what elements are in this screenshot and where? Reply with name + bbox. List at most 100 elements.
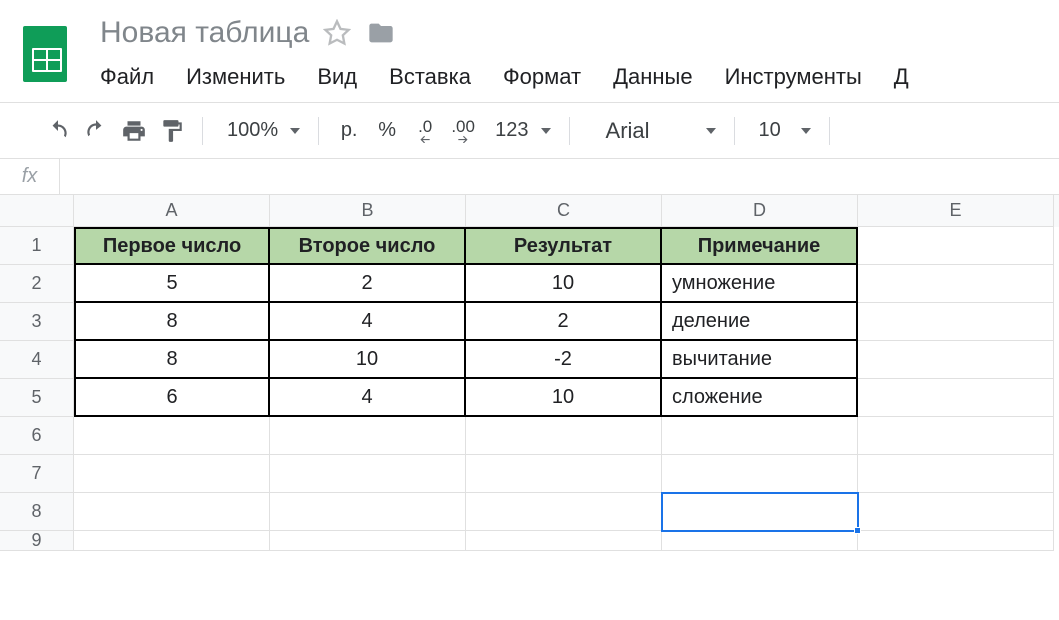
- row-header[interactable]: 7: [0, 455, 74, 493]
- print-button[interactable]: [116, 113, 152, 149]
- cell-C8[interactable]: [466, 493, 662, 531]
- cell-C9[interactable]: [466, 531, 662, 551]
- data-rows: Первое число Второе число Результат Прим…: [74, 227, 1059, 551]
- decrease-decimal-button[interactable]: .0: [407, 113, 443, 149]
- row-header[interactable]: 4: [0, 341, 74, 379]
- cell-D1[interactable]: Примечание: [662, 227, 858, 265]
- cell-C3[interactable]: 2: [466, 303, 662, 341]
- cell-C4[interactable]: -2: [466, 341, 662, 379]
- font-size-select[interactable]: 10: [747, 119, 817, 142]
- cell-B8[interactable]: [270, 493, 466, 531]
- redo-button[interactable]: [78, 113, 114, 149]
- formula-input[interactable]: [60, 159, 1059, 194]
- cell-C1[interactable]: Результат: [466, 227, 662, 265]
- cell-D7[interactable]: [662, 455, 858, 493]
- document-title[interactable]: Новая таблица: [100, 16, 309, 50]
- title-area: Новая таблица Файл Изменить Вид Вставка …: [90, 8, 1059, 102]
- menu-tools[interactable]: Инструменты: [709, 60, 878, 94]
- menu-addons-cut[interactable]: Д: [878, 60, 925, 94]
- cell-A4[interactable]: 8: [74, 341, 270, 379]
- menu-file[interactable]: Файл: [100, 60, 170, 94]
- toolbar-separator: [829, 117, 830, 145]
- zoom-value: 100%: [221, 119, 284, 142]
- menu-bar: Файл Изменить Вид Вставка Формат Данные …: [90, 54, 1059, 102]
- font-family-select[interactable]: Arial: [582, 118, 722, 144]
- cell-E9[interactable]: [858, 531, 1054, 551]
- cell-D9[interactable]: [662, 531, 858, 551]
- cell-E3[interactable]: [858, 303, 1054, 341]
- column-headers: A B C D E: [74, 195, 1059, 227]
- number-format-select[interactable]: 123: [483, 119, 556, 142]
- cell-D4[interactable]: вычитание: [662, 341, 858, 379]
- cell-A9[interactable]: [74, 531, 270, 551]
- cell-A6[interactable]: [74, 417, 270, 455]
- menu-view[interactable]: Вид: [301, 60, 373, 94]
- chevron-down-icon: [541, 128, 551, 134]
- cells: A B C D E Первое число Второе число Резу…: [74, 195, 1059, 551]
- cell-E7[interactable]: [858, 455, 1054, 493]
- cell-A3[interactable]: 8: [74, 303, 270, 341]
- cell-D2[interactable]: умножение: [662, 265, 858, 303]
- zoom-select[interactable]: 100%: [215, 119, 306, 142]
- paint-format-button[interactable]: [154, 113, 190, 149]
- chevron-down-icon: [801, 128, 811, 134]
- column-header[interactable]: C: [466, 195, 662, 227]
- increase-decimal-button[interactable]: .00: [445, 113, 481, 149]
- cell-A8[interactable]: [74, 493, 270, 531]
- cell-B5[interactable]: 4: [270, 379, 466, 417]
- undo-button[interactable]: [40, 113, 76, 149]
- column-header[interactable]: D: [662, 195, 858, 227]
- menu-edit[interactable]: Изменить: [170, 60, 301, 94]
- cell-C7[interactable]: [466, 455, 662, 493]
- cell-B4[interactable]: 10: [270, 341, 466, 379]
- row-header[interactable]: 8: [0, 493, 74, 531]
- cell-E5[interactable]: [858, 379, 1054, 417]
- column-header[interactable]: A: [74, 195, 270, 227]
- sheets-logo-icon[interactable]: [23, 26, 67, 82]
- folder-icon[interactable]: [365, 19, 397, 47]
- toolbar-separator: [734, 117, 735, 145]
- cell-B9[interactable]: [270, 531, 466, 551]
- toolbar-separator: [318, 117, 319, 145]
- cell-B7[interactable]: [270, 455, 466, 493]
- row-header[interactable]: 2: [0, 265, 74, 303]
- cell-A2[interactable]: 5: [74, 265, 270, 303]
- cell-B1[interactable]: Второе число: [270, 227, 466, 265]
- cell-E6[interactable]: [858, 417, 1054, 455]
- menu-insert[interactable]: Вставка: [373, 60, 487, 94]
- row-header[interactable]: 3: [0, 303, 74, 341]
- chevron-down-icon: [290, 128, 300, 134]
- column-header[interactable]: E: [858, 195, 1054, 227]
- cell-A7[interactable]: [74, 455, 270, 493]
- row-header[interactable]: 5: [0, 379, 74, 417]
- cell-C5[interactable]: 10: [466, 379, 662, 417]
- cell-D5[interactable]: сложение: [662, 379, 858, 417]
- row-header[interactable]: 6: [0, 417, 74, 455]
- cell-D6[interactable]: [662, 417, 858, 455]
- select-all-corner[interactable]: [0, 195, 74, 227]
- menu-data[interactable]: Данные: [597, 60, 708, 94]
- currency-format-button[interactable]: р.: [331, 113, 367, 149]
- star-icon[interactable]: [323, 19, 351, 47]
- selection-handle[interactable]: [854, 527, 861, 534]
- row-headers: 1 2 3 4 5 6 7 8 9: [0, 195, 74, 551]
- cell-E2[interactable]: [858, 265, 1054, 303]
- menu-format[interactable]: Формат: [487, 60, 597, 94]
- cell-B3[interactable]: 4: [270, 303, 466, 341]
- cell-D3[interactable]: деление: [662, 303, 858, 341]
- cell-E4[interactable]: [858, 341, 1054, 379]
- percent-format-button[interactable]: %: [369, 113, 405, 149]
- cell-E8[interactable]: [858, 493, 1054, 531]
- cell-A5[interactable]: 6: [74, 379, 270, 417]
- cell-E1[interactable]: [858, 227, 1054, 265]
- cell-A1[interactable]: Первое число: [74, 227, 270, 265]
- cell-D8[interactable]: [662, 493, 858, 531]
- row-header[interactable]: 9: [0, 531, 74, 551]
- cell-C6[interactable]: [466, 417, 662, 455]
- cell-C2[interactable]: 10: [466, 265, 662, 303]
- row-header[interactable]: 1: [0, 227, 74, 265]
- cell-B2[interactable]: 2: [270, 265, 466, 303]
- fx-icon[interactable]: fx: [0, 159, 60, 194]
- column-header[interactable]: B: [270, 195, 466, 227]
- cell-B6[interactable]: [270, 417, 466, 455]
